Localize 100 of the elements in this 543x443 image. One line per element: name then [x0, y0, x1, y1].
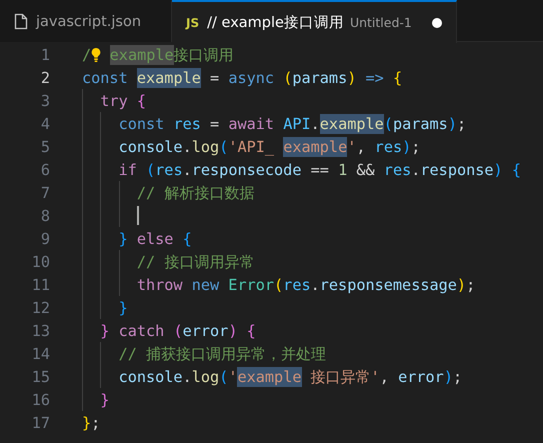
code-token: error: [398, 366, 444, 386]
line-number: 13: [30, 322, 50, 340]
code-token: =: [209, 114, 220, 134]
code-token: {: [136, 90, 146, 110]
code-token: (: [219, 366, 228, 386]
code-token: {: [512, 160, 521, 180]
line-number: 10: [30, 252, 50, 270]
line-number: 16: [30, 390, 50, 408]
code-token: (: [283, 68, 292, 88]
code-token: ': [347, 136, 356, 156]
code-token: ==: [310, 160, 330, 180]
code-token: (: [219, 136, 228, 156]
line-number: 11: [30, 276, 50, 294]
code-token: ;: [91, 412, 100, 432]
code-token: new: [192, 274, 220, 294]
code-token: }: [100, 320, 110, 340]
code-token: log: [192, 136, 220, 156]
code-token: 'API_: [228, 136, 276, 156]
code-token: example: [283, 136, 348, 156]
code-token: ;: [466, 274, 476, 294]
code-token: ;: [411, 136, 420, 156]
code-token: ): [444, 366, 453, 386]
code-token: ,: [356, 136, 367, 156]
code-token: const: [82, 68, 129, 88]
code-token: .: [182, 366, 192, 386]
lightbulb-icon[interactable]: [90, 46, 101, 62]
code-token: Error: [228, 274, 274, 294]
code-token: (: [384, 114, 393, 134]
code-token: res: [283, 274, 311, 294]
line-number: 3: [40, 92, 50, 110]
code-token: API: [283, 114, 311, 134]
code-token: ): [448, 114, 457, 134]
code-token: .: [182, 136, 192, 156]
code-token: responsemessage: [320, 274, 457, 294]
code-token: (: [173, 320, 183, 340]
code-comment: // 捕获接口调用异常，并处理: [118, 344, 326, 364]
code-token: ): [402, 136, 412, 156]
code-token: example: [320, 114, 384, 134]
code-token: res: [173, 114, 201, 134]
editor-tab[interactable]: JS // example接口调用 Untitled-1: [172, 0, 457, 43]
file-icon: [14, 13, 28, 30]
code-token: .: [182, 160, 192, 180]
line-number: 12: [30, 298, 50, 316]
code-token: =: [209, 68, 220, 88]
code-token: log: [192, 366, 220, 386]
line-number: 17: [30, 414, 50, 432]
code-token: {: [246, 320, 256, 340]
code-token: ): [228, 320, 238, 340]
file-type-icon: JS: [186, 16, 200, 30]
code-token: await: [228, 114, 276, 134]
code-token: responsecode: [192, 160, 302, 180]
code-token: example: [136, 68, 201, 88]
code-token: error: [182, 320, 228, 340]
code-token: else: [136, 228, 174, 248]
code-token: &&: [355, 160, 376, 180]
line-number: 14: [30, 344, 50, 362]
code-token: console: [118, 366, 183, 386]
line-number: 15: [30, 368, 50, 386]
line-number: 8: [40, 206, 50, 224]
code-comment: example: [110, 44, 174, 64]
code-token: params: [292, 68, 348, 88]
code-token: response: [420, 160, 494, 180]
code-token: ): [456, 274, 466, 294]
line-number: 2: [40, 68, 50, 86]
code-token: console: [118, 136, 183, 156]
code-comment: 接口调用: [174, 44, 234, 64]
code-token: if: [118, 160, 138, 180]
line-number: 6: [40, 160, 50, 178]
code-comment: // 接口调用异常: [136, 252, 254, 272]
code-token: params: [392, 114, 448, 134]
code-token: async: [228, 68, 276, 88]
code-token: .: [411, 160, 420, 180]
code-token: =>: [364, 68, 385, 88]
code-token: 1: [338, 160, 348, 180]
code-comment: // 解析接口数据: [136, 182, 254, 202]
code-token: ;: [452, 366, 462, 386]
code-token: (: [274, 274, 284, 294]
code-token: res: [384, 160, 412, 180]
code-token: try: [100, 90, 129, 110]
code-token: (: [146, 160, 156, 180]
code-token: }: [100, 390, 110, 410]
code-token: example: [237, 366, 302, 386]
code-token: {: [182, 228, 192, 248]
code-token: ;: [456, 114, 466, 134]
code-token: res: [155, 160, 183, 180]
line-number: 9: [40, 230, 50, 248]
code-token: catch: [118, 320, 166, 340]
code-token: throw: [136, 274, 184, 294]
code-token: {: [392, 68, 402, 88]
code-token: 接口异常': [310, 366, 380, 386]
code-token: .: [310, 114, 320, 134]
line-number: 7: [40, 184, 50, 202]
editor-tab[interactable]: javascript.json: [0, 0, 172, 42]
tab-description: Untitled-1: [350, 15, 412, 30]
code-comment: /: [82, 44, 92, 64]
line-number: 5: [40, 138, 50, 156]
code-token: const: [118, 114, 166, 134]
code-token: ): [494, 160, 504, 180]
code-token: }: [118, 298, 128, 318]
code-token: ,: [380, 366, 390, 386]
